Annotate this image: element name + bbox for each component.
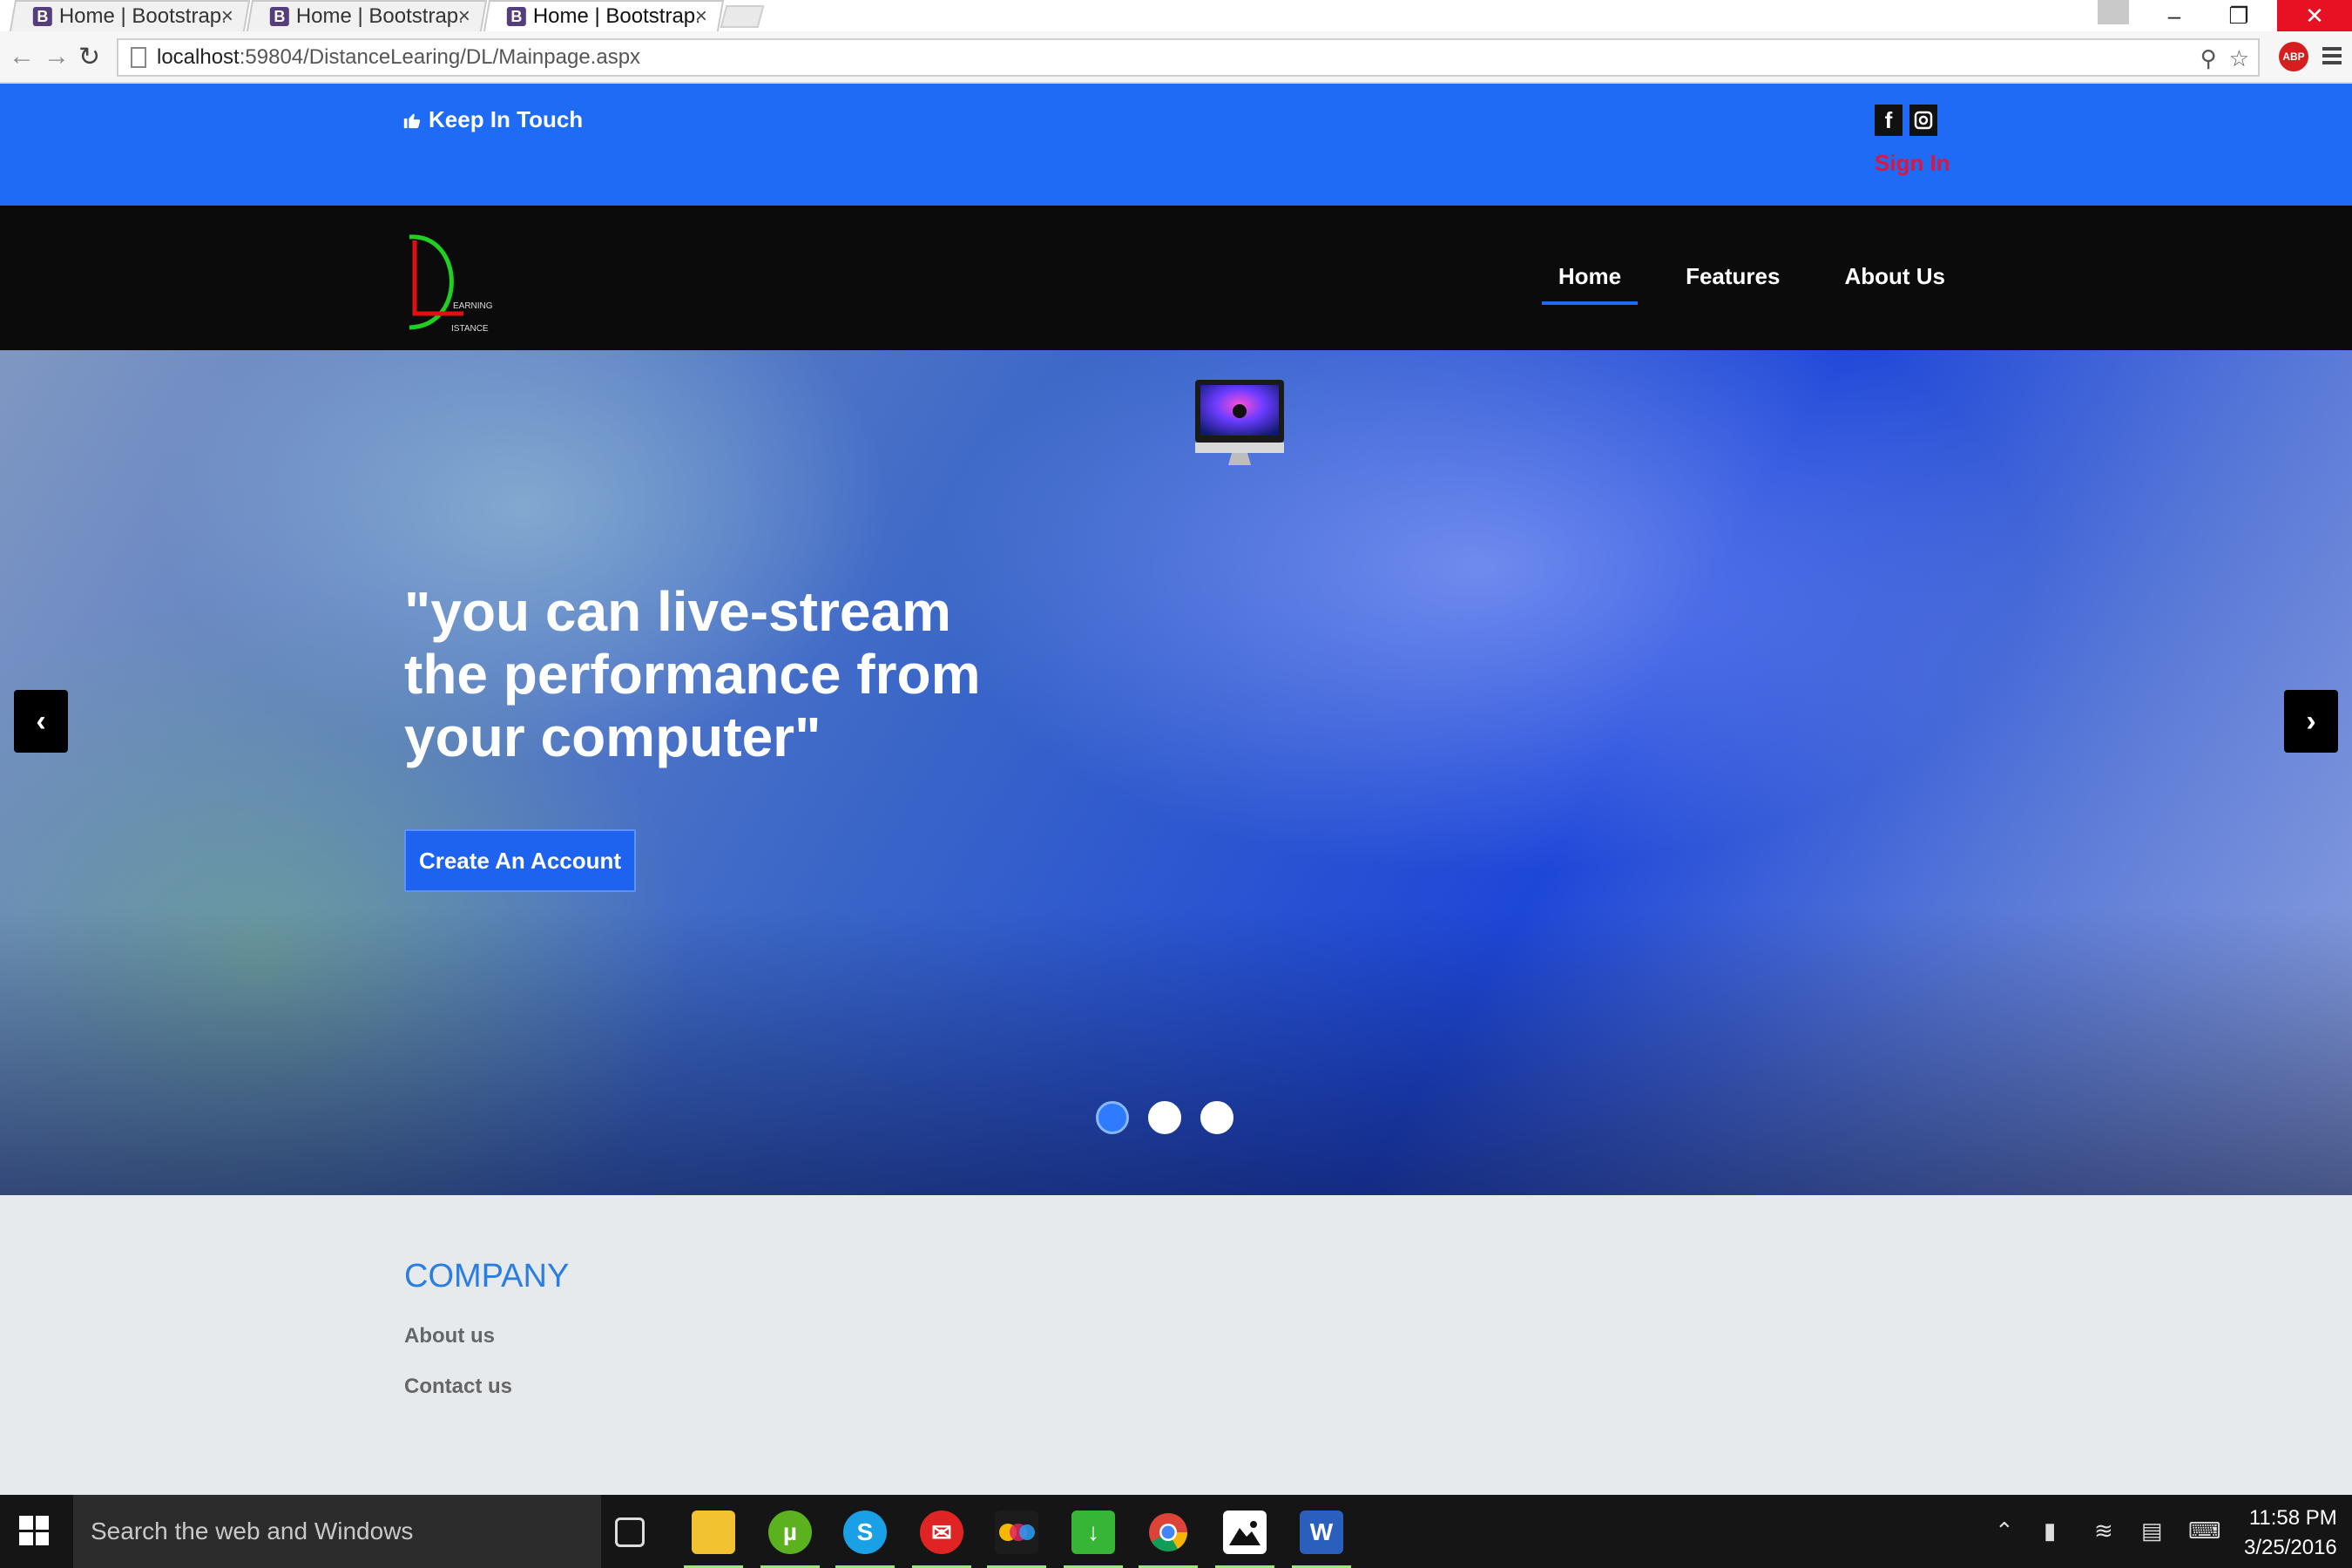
tab-title: Home | Bootstrap.n bbox=[58, 4, 225, 28]
carousel-prev-button[interactable]: ‹ bbox=[14, 690, 68, 753]
carousel-dot-1[interactable] bbox=[1096, 1101, 1129, 1134]
sign-in-link[interactable]: Sign In bbox=[1875, 150, 1950, 177]
carousel-dot-2[interactable] bbox=[1148, 1101, 1181, 1134]
wifi-icon[interactable]: ≋ bbox=[2094, 1517, 2113, 1544]
tab-title: Home | Bootstrap.n bbox=[295, 4, 462, 28]
browser-tab-2[interactable]: B Home | Bootstrap.n × bbox=[246, 0, 488, 31]
bootstrap-favicon-icon: B bbox=[506, 7, 526, 26]
browser-toolbar: ← → ↻ localhost :59804/DistanceLearing/D… bbox=[0, 31, 2352, 84]
tab-close-icon[interactable]: × bbox=[458, 4, 470, 29]
nav-features[interactable]: Features bbox=[1653, 263, 1812, 305]
new-tab-button[interactable] bbox=[720, 5, 765, 28]
nav-about-us[interactable]: About Us bbox=[1812, 263, 1977, 305]
imac-icon bbox=[1195, 380, 1284, 465]
hero-headline: "you can live-stream the performance fro… bbox=[404, 580, 981, 768]
back-icon[interactable]: ← bbox=[9, 42, 35, 71]
nav-home[interactable]: Home bbox=[1526, 263, 1653, 305]
bootstrap-favicon-icon: B bbox=[32, 7, 52, 26]
profile-icon[interactable] bbox=[2098, 0, 2129, 24]
logo-text-istance: ISTANCE bbox=[451, 324, 489, 334]
download-app-icon[interactable]: ↓ bbox=[1064, 1511, 1123, 1568]
bootstrap-favicon-icon: B bbox=[269, 7, 289, 26]
hero-bottom-shade bbox=[0, 908, 2352, 1195]
bookmark-star-icon[interactable]: ☆ bbox=[2229, 45, 2249, 72]
chrome-icon[interactable] bbox=[1139, 1511, 1198, 1568]
keyboard-icon[interactable]: ⌨ bbox=[2188, 1517, 2221, 1544]
url-host: localhost bbox=[157, 45, 240, 69]
social-links: f bbox=[1875, 105, 1937, 136]
browser-menu-icon[interactable] bbox=[2322, 47, 2342, 68]
create-account-button[interactable]: Create An Account bbox=[404, 829, 636, 892]
keep-in-touch-label: Keep In Touch bbox=[429, 106, 584, 132]
tab-close-icon[interactable]: × bbox=[695, 4, 707, 29]
minimize-button[interactable]: – bbox=[2148, 0, 2200, 31]
main-navbar: EARNING ISTANCE Home Features About Us bbox=[0, 206, 2352, 350]
notifications-icon[interactable]: ▤ bbox=[2141, 1517, 2163, 1544]
photo-app-icon[interactable] bbox=[987, 1511, 1046, 1568]
restore-button[interactable]: ❐ bbox=[2213, 0, 2265, 31]
url-path: :59804/DistanceLearing/DL/Mainpage.aspx bbox=[239, 45, 641, 69]
thumbs-up-icon bbox=[403, 113, 421, 128]
utorrent-icon[interactable]: µ bbox=[760, 1511, 820, 1568]
carousel-indicators bbox=[1096, 1101, 1233, 1134]
chevron-left-icon: ‹ bbox=[36, 704, 46, 738]
taskbar-clock[interactable]: 11:58 PM 3/25/2016 bbox=[2244, 1504, 2337, 1563]
word-icon[interactable]: W bbox=[1292, 1511, 1351, 1568]
carousel-dot-3[interactable] bbox=[1200, 1101, 1233, 1134]
facebook-icon[interactable]: f bbox=[1875, 105, 1903, 136]
reload-icon[interactable]: ↻ bbox=[78, 42, 100, 72]
battery-icon[interactable]: ▮ bbox=[2044, 1517, 2056, 1544]
tab-title: Home | Bootstrap.n bbox=[532, 4, 699, 28]
footer: COMPANY About us Contact us bbox=[0, 1195, 2352, 1495]
browser-tab-strip: B Home | Bootstrap.n × B Home | Bootstra… bbox=[0, 0, 2352, 31]
close-window-button[interactable]: ✕ bbox=[2277, 0, 2352, 31]
keep-in-touch-link[interactable]: Keep In Touch bbox=[402, 106, 583, 133]
instagram-icon[interactable] bbox=[1909, 105, 1937, 136]
zoom-icon[interactable]: ⚲ bbox=[2200, 45, 2217, 72]
page-icon bbox=[131, 47, 146, 68]
forward-icon[interactable]: → bbox=[44, 42, 70, 71]
browser-tab-3-active[interactable]: B Home | Bootstrap.n × bbox=[483, 0, 725, 31]
top-contact-bar: Keep In Touch f Sign In bbox=[0, 84, 2352, 206]
footer-link-about-us[interactable]: About us bbox=[404, 1324, 495, 1348]
clock-date: 3/25/2016 bbox=[2244, 1536, 2337, 1559]
windows-start-icon[interactable] bbox=[19, 1516, 49, 1545]
chevron-right-icon: › bbox=[2306, 704, 2316, 738]
adblock-icon[interactable]: ABP bbox=[2279, 42, 2308, 71]
file-explorer-icon[interactable] bbox=[684, 1511, 743, 1568]
task-view-icon[interactable] bbox=[615, 1517, 645, 1547]
mail-icon[interactable]: ✉ bbox=[912, 1511, 971, 1568]
nav-links: Home Features About Us bbox=[1526, 263, 1977, 305]
address-input[interactable]: localhost :59804/DistanceLearing/DL/Main… bbox=[117, 38, 2260, 77]
hero-carousel: "you can live-stream the performance fro… bbox=[0, 350, 2352, 1195]
distance-learning-logo[interactable]: EARNING ISTANCE bbox=[402, 230, 516, 335]
footer-company-title: COMPANY bbox=[404, 1258, 570, 1294]
footer-link-contact-us[interactable]: Contact us bbox=[404, 1375, 512, 1399]
tab-close-icon[interactable]: × bbox=[221, 4, 233, 29]
skype-icon[interactable]: S bbox=[835, 1511, 895, 1568]
carousel-next-button[interactable]: › bbox=[2284, 690, 2338, 753]
browser-tab-1[interactable]: B Home | Bootstrap.n × bbox=[9, 0, 251, 31]
taskbar-search-input[interactable]: Search the web and Windows bbox=[73, 1495, 601, 1568]
tray-chevron-icon[interactable]: ⌃ bbox=[1995, 1517, 2014, 1544]
clock-time: 11:58 PM bbox=[2248, 1506, 2337, 1530]
windows-taskbar: Search the web and Windows µ S ✉ ↓ W ⌃ ▮… bbox=[0, 1495, 2352, 1568]
logo-text-earning: EARNING bbox=[453, 301, 493, 311]
photos-icon[interactable] bbox=[1215, 1511, 1274, 1568]
